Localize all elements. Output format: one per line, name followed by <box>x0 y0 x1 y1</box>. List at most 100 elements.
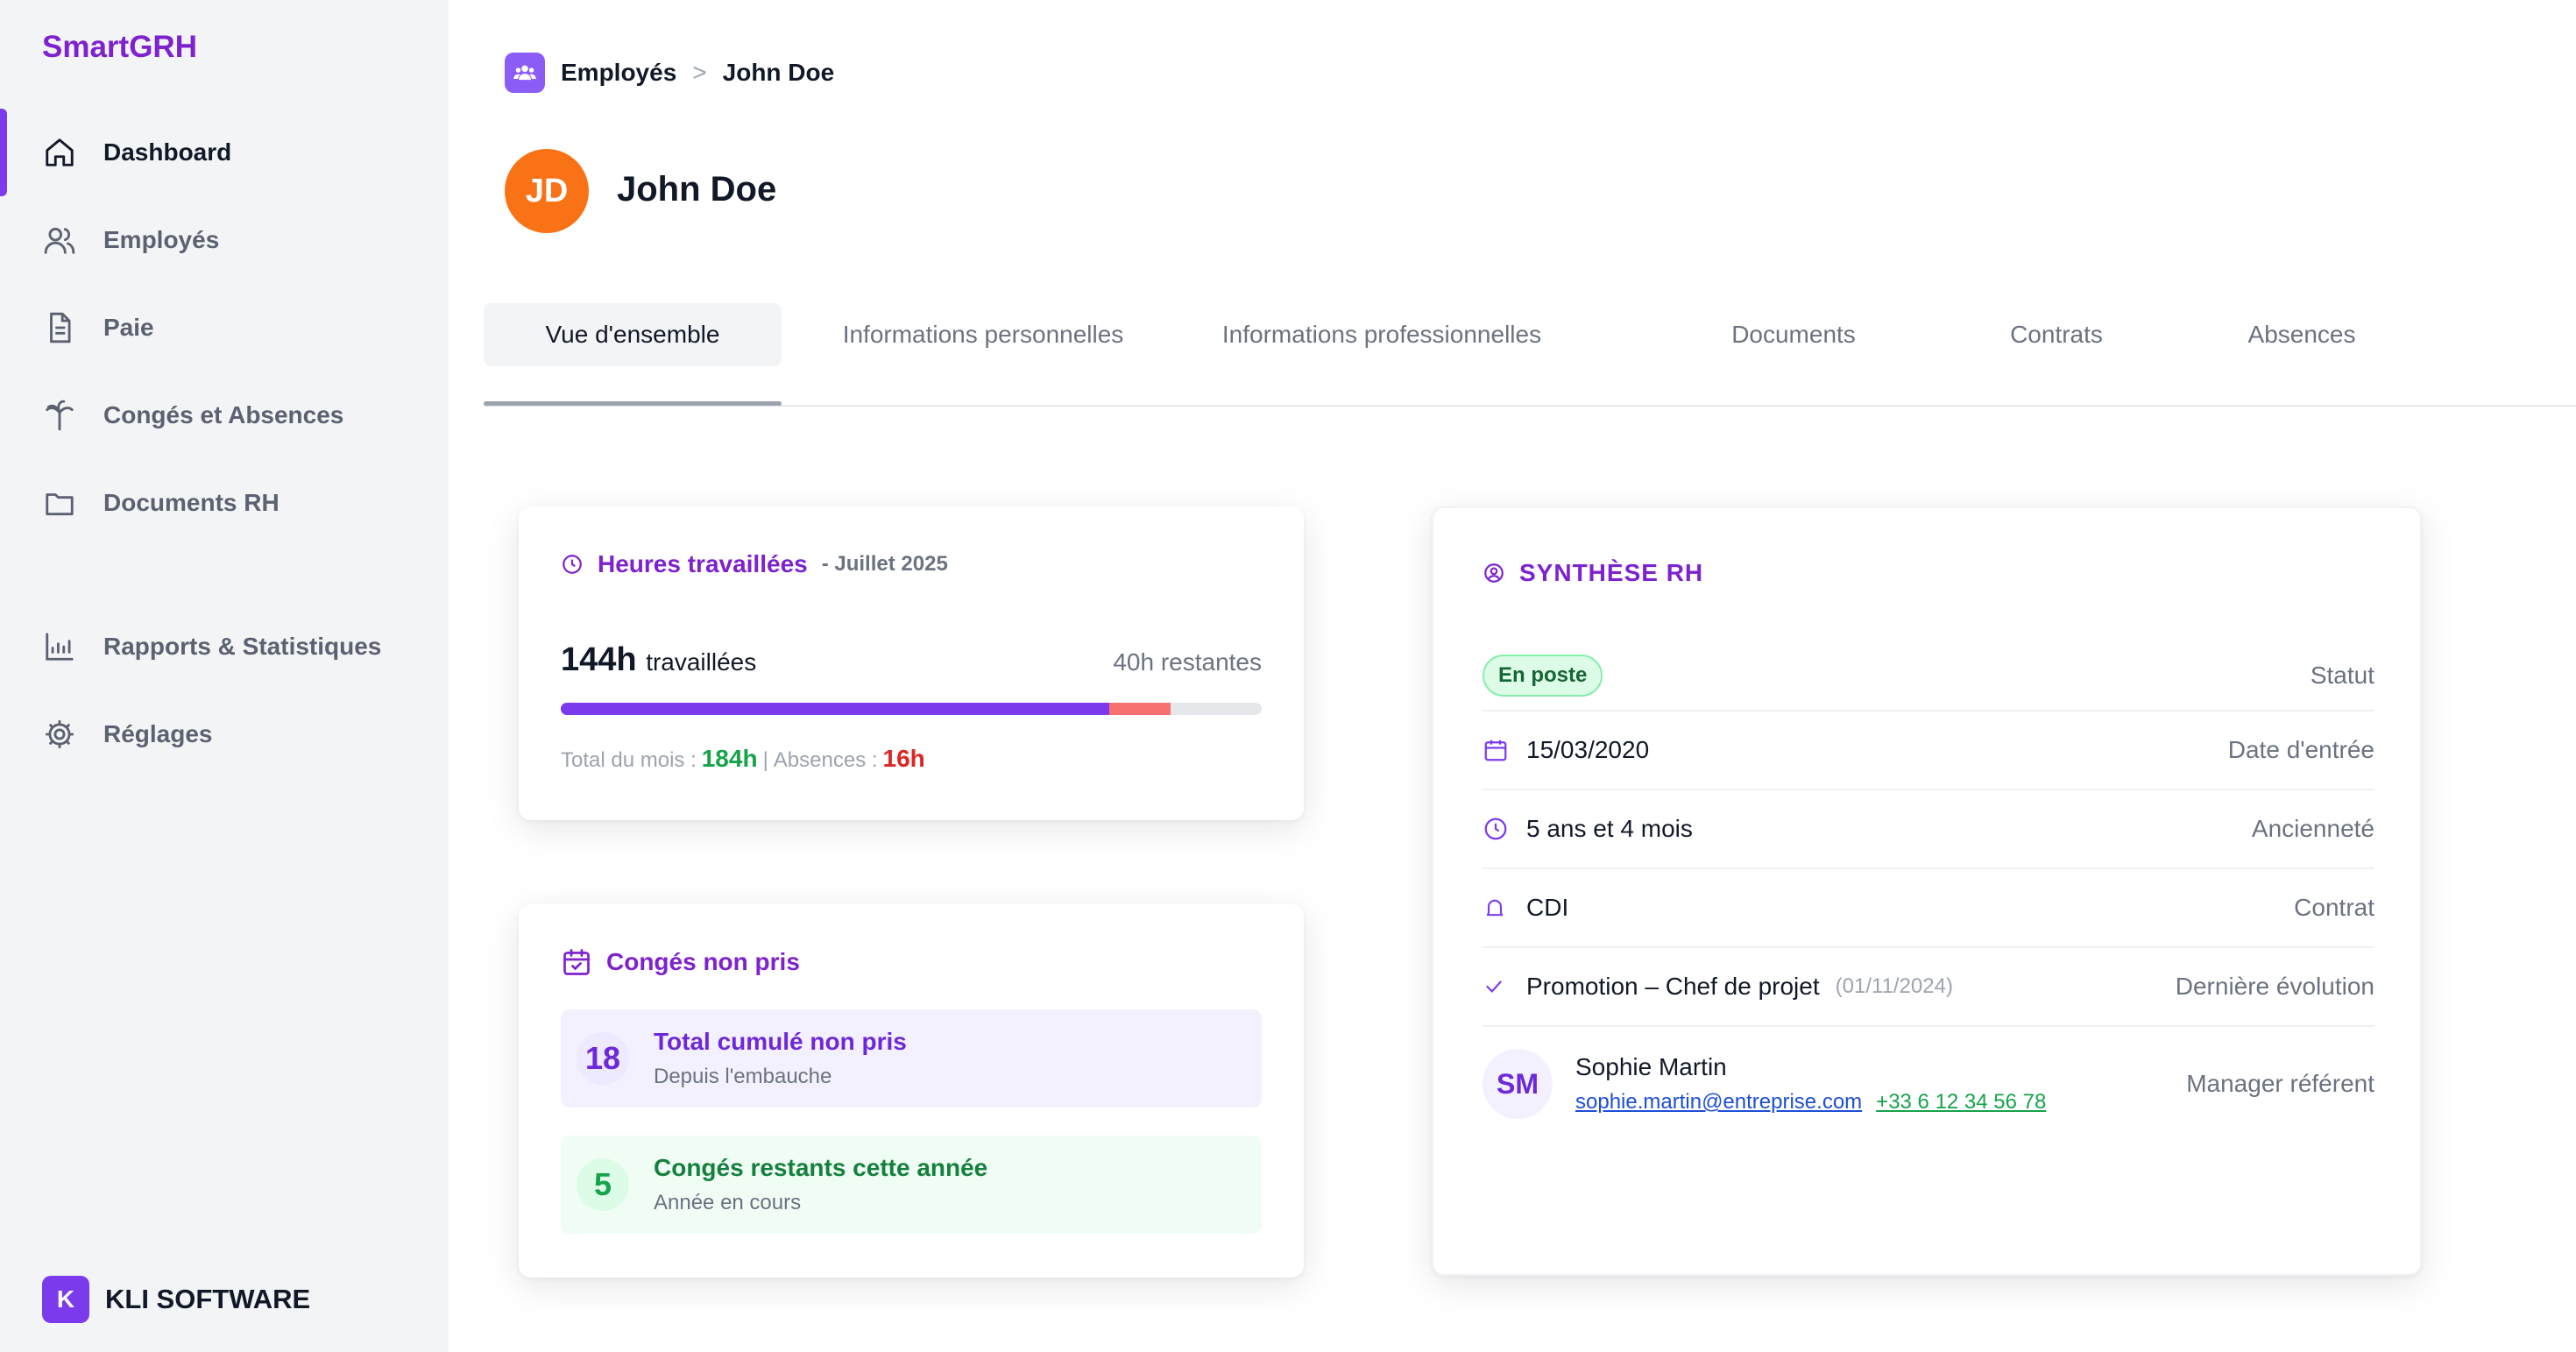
leave-count: 5 <box>577 1158 629 1211</box>
sidebar-item-label: Employés <box>103 226 220 253</box>
company-name: KLI SOFTWARE <box>105 1284 311 1314</box>
hr-row-evolution: Promotion – Chef de projet (01/11/2024) … <box>1483 948 2374 1027</box>
hours-totals: Total du mois : 184h | Absences : 16h <box>561 745 925 773</box>
hours-remaining: 40h restantes <box>1113 648 1262 676</box>
document-icon <box>40 308 79 347</box>
calendar-icon <box>1483 737 1511 763</box>
chart-icon <box>40 627 79 666</box>
evolution-date: (01/11/2024) <box>1835 974 1953 998</box>
hr-title: SYNTHÈSE RH <box>1519 559 1704 586</box>
tab-professional-info[interactable]: Informations professionnelles <box>1185 303 1579 366</box>
hours-period: - Juillet 2025 <box>821 552 948 576</box>
breadcrumb-current: John Doe <box>722 59 835 86</box>
sidebar-item-dashboard[interactable]: Dashboard <box>0 109 449 196</box>
total-label: Total du mois : <box>561 748 697 772</box>
hr-row-manager: SM Sophie Martin sophie.martin@entrepris… <box>1483 1027 2374 1141</box>
tab-documents[interactable]: Documents <box>1706 303 1881 366</box>
leave-row-subtitle: Depuis l'embauche <box>654 1065 832 1088</box>
absences-value: 16h <box>882 745 925 772</box>
hr-card-title: SYNTHÈSE RH <box>1483 559 1703 587</box>
users-icon <box>40 221 79 259</box>
hours-progress-bar <box>561 703 1262 715</box>
worked-label: travaillées <box>646 648 757 676</box>
hours-card-title: Heures travaillées - Juillet 2025 <box>561 550 948 578</box>
hr-row-seniority: 5 ans et 4 mois Ancienneté <box>1483 790 2374 869</box>
hr-row-label: Dernière évolution <box>2175 973 2374 1000</box>
hr-row-label: Manager référent <box>2186 1070 2374 1097</box>
folder-icon <box>40 484 79 522</box>
clock-icon <box>561 553 584 576</box>
user-circle-icon <box>1483 562 1505 584</box>
hr-row-value: Promotion – Chef de projet <box>1526 973 1820 1000</box>
leave-row-title: Total cumulé non pris <box>654 1028 907 1055</box>
hr-row-value: 5 ans et 4 mois <box>1526 815 1693 842</box>
sidebar-item-documents-rh[interactable]: Documents RH <box>0 459 449 547</box>
sidebar-item-employes[interactable]: Employés <box>0 196 449 284</box>
sidebar-item-label: Réglages <box>103 720 213 747</box>
hr-row-label: Contrat <box>2294 894 2374 921</box>
totals-separator: | <box>762 748 768 772</box>
sidebar-item-reglages[interactable]: Réglages <box>0 690 449 778</box>
leave-title: Congés non pris <box>606 948 800 975</box>
absences-label: Absences : <box>773 748 878 772</box>
manager-avatar: SM <box>1483 1049 1553 1119</box>
hours-worked-card: Heures travaillées - Juillet 2025 144h t… <box>519 506 1304 820</box>
leave-card-title: Congés non pris <box>561 946 800 978</box>
sidebar-item-label: Rapports & Statistiques <box>103 633 382 660</box>
leave-row-cumulative: 18 Total cumulé non pris Depuis l'embauc… <box>561 1009 1262 1108</box>
palm-tree-icon <box>40 396 79 435</box>
calendar-check-icon <box>561 946 592 978</box>
sidebar-item-label: Congés et Absences <box>103 401 344 428</box>
tab-personal-info[interactable]: Informations personnelles <box>799 303 1167 366</box>
manager-email-link[interactable]: sophie.martin@entreprise.com <box>1575 1090 1862 1115</box>
leave-row-remaining: 5 Congés restants cette année Année en c… <box>561 1136 1262 1234</box>
hr-row-label: Date d'entrée <box>2227 736 2374 763</box>
gear-icon <box>40 715 79 754</box>
leave-count: 18 <box>577 1032 629 1085</box>
manager-phone-link[interactable]: +33 6 12 34 56 78 <box>1876 1090 2046 1115</box>
hr-row-label: Ancienneté <box>2251 815 2374 842</box>
hr-summary-card: SYNTHÈSE RH En poste Statut 15/03/2020 D… <box>1432 506 2422 1276</box>
company-brand: K KLI SOFTWARE <box>42 1276 310 1323</box>
status-badge: En poste <box>1483 655 1603 697</box>
sidebar: SmartGRH Dashboard Employés Paie Congés … <box>0 0 449 1352</box>
sidebar-item-label: Documents RH <box>103 489 280 516</box>
manager-name: Sophie Martin <box>1575 1053 1727 1080</box>
leave-row-title: Congés restants cette année <box>654 1154 988 1181</box>
absence-progress-fill <box>1109 703 1171 715</box>
page-title: John Doe <box>617 170 777 209</box>
hr-row-status: En poste Statut <box>1483 641 2374 711</box>
breadcrumb: Employés > John Doe <box>505 53 834 93</box>
home-icon <box>40 133 79 172</box>
company-logo: K <box>42 1276 89 1323</box>
leave-row-subtitle: Année en cours <box>654 1191 802 1214</box>
active-tab-indicator <box>484 401 782 406</box>
hr-row-value: CDI <box>1526 894 1569 921</box>
total-value: 184h <box>701 745 758 772</box>
app-logo[interactable]: SmartGRH <box>42 30 197 65</box>
sidebar-item-paie[interactable]: Paie <box>0 284 449 372</box>
hr-row-label: Statut <box>2310 662 2374 689</box>
hr-row-value: 15/03/2020 <box>1526 736 1650 763</box>
unused-leave-card: Congés non pris 18 Total cumulé non pris… <box>519 904 1304 1278</box>
worked-progress-fill <box>561 703 1110 715</box>
hr-row-entry-date: 15/03/2020 Date d'entrée <box>1483 711 2374 790</box>
sidebar-item-label: Paie <box>103 314 154 341</box>
worked-value: 144h <box>561 641 637 678</box>
sidebar-item-rapports[interactable]: Rapports & Statistiques <box>0 603 449 690</box>
tab-absences[interactable]: Absences <box>2223 303 2381 366</box>
hours-worked: 144h travaillées <box>561 641 756 679</box>
sidebar-item-conges[interactable]: Congés et Absences <box>0 372 449 459</box>
profile-tabs: Vue d'ensemble Informations personnelles… <box>484 303 2576 407</box>
bell-icon <box>1483 895 1511 920</box>
clock-icon <box>1483 816 1511 842</box>
employee-avatar: JD <box>505 149 589 233</box>
users-icon <box>505 53 545 93</box>
breadcrumb-separator: > <box>692 59 707 86</box>
hours-title: Heures travaillées <box>598 550 808 577</box>
hr-row-contract: CDI Contrat <box>1483 869 2374 948</box>
tab-contracts[interactable]: Contrats <box>1982 303 2131 366</box>
check-icon <box>1483 975 1511 998</box>
tab-overview[interactable]: Vue d'ensemble <box>484 303 782 366</box>
breadcrumb-parent-link[interactable]: Employés <box>561 59 676 87</box>
